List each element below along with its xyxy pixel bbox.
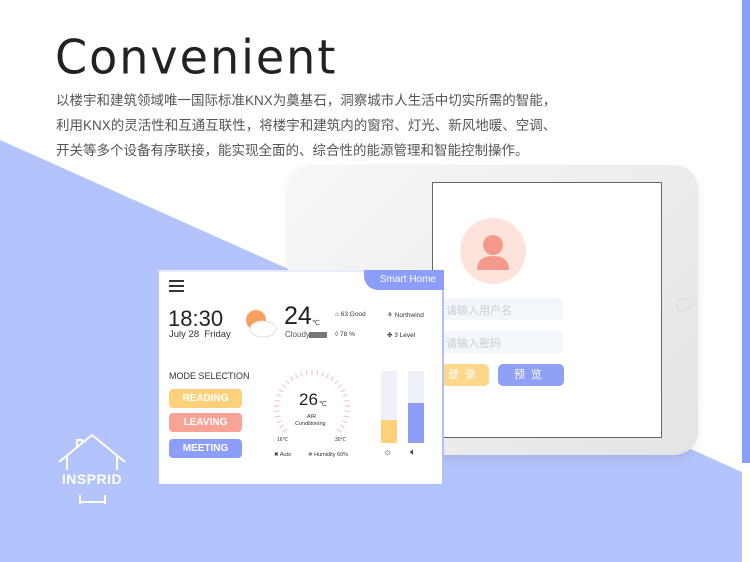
ac-label-2: Conditioning: [295, 421, 326, 427]
dial-tick: [326, 373, 330, 379]
login-button[interactable]: 登录: [441, 364, 489, 386]
wind-value: Northwind: [394, 312, 424, 319]
volume-slider[interactable]: [408, 371, 424, 443]
ac-unit: ℃: [319, 401, 327, 408]
ac-mode-value: Auto: [279, 452, 292, 458]
smart-home-tab[interactable]: Smart Home: [364, 270, 444, 290]
description-line: 开关等多个设备有序联接，能实现全面的、综合性的能源管理和智能控制操作。: [56, 143, 529, 158]
temp-unit: ℃: [312, 320, 320, 327]
air-quality: ⌂ 63 Good: [335, 311, 366, 318]
description-line: 以楼宇和建筑领域唯一国际标准KNX为奠基石，洞察城市人生活中切实所需的智能，: [56, 93, 557, 108]
light-bulb-icon: ☼: [383, 447, 393, 458]
dial-tick: [278, 389, 284, 393]
user-avatar-icon: [460, 218, 526, 284]
dial-tick: [337, 428, 342, 433]
ac-min: 16℃: [277, 437, 289, 443]
humidity: ◊ 78 %: [335, 331, 355, 338]
menu-icon[interactable]: [169, 280, 185, 293]
dial-tick: [339, 424, 345, 429]
air-quality-value: 63 Good: [340, 311, 366, 318]
cloudy-sun-icon: [246, 310, 277, 338]
dial-tick: [276, 394, 282, 397]
fan-icon: ✤: [387, 332, 393, 339]
air-icon: ⌂: [335, 311, 339, 318]
ac-humidity-value: Humidity 60%: [314, 452, 349, 458]
wind-level-value: 3 Level: [394, 332, 416, 339]
ac-max: 30℃: [335, 437, 347, 443]
weather-label: Cloudy: [285, 330, 310, 339]
dial-tick: [330, 376, 334, 382]
dial-tick: [274, 399, 280, 402]
mode-leaving-button[interactable]: LEAVING: [169, 413, 242, 432]
outdoor-temperature: 24: [284, 302, 312, 330]
snowflake-icon: ❄: [308, 452, 313, 458]
dial-tick: [285, 380, 290, 385]
description: 以楼宇和建筑领域唯一国际标准KNX为奠基石，洞察城市人生活中切实所需的智能， 利…: [56, 88, 576, 163]
light-slider[interactable]: [381, 371, 397, 443]
home-button: [676, 298, 690, 312]
dial-tick: [337, 384, 343, 388]
dial-tick: [275, 415, 281, 418]
wind-icon: ⚘: [387, 312, 393, 319]
svg-text:INSPRID: INSPRID: [62, 471, 122, 487]
dial-tick: [281, 384, 287, 388]
ac-humidity[interactable]: ❄ Humidity 60%: [308, 452, 348, 458]
dial-tick: [294, 373, 298, 379]
login-screen: 请输入用户名 请输入密码 登录 预览: [432, 182, 662, 438]
ac-temperature: 26: [299, 390, 318, 409]
username-input[interactable]: 请输入用户名: [438, 298, 563, 320]
dial-tick: [321, 371, 324, 377]
water-drop-icon: ◊: [335, 331, 339, 338]
wind-level: ✤ 3 Level: [387, 331, 415, 339]
dial-tick: [342, 420, 348, 424]
clock-date: July 28 Friday: [169, 329, 231, 340]
mode-meeting-button[interactable]: MEETING: [169, 439, 242, 458]
dial-tick: [305, 370, 308, 376]
ac-label: AIR: [307, 414, 317, 420]
right-accent-strip: [742, 0, 750, 463]
speaker-icon: 🔈︎: [410, 447, 416, 458]
ac-mode[interactable]: ✖ Auto: [274, 452, 291, 458]
dial-tick: [276, 420, 282, 424]
mode-reading-button[interactable]: READING: [169, 389, 242, 408]
mode-selection-title: MODE SELECTION: [169, 371, 250, 381]
fan-icon: ✖: [274, 452, 279, 458]
dial-tick: [334, 380, 339, 385]
dial-tick: [290, 376, 294, 382]
wind-direction: ⚘ Northwind: [387, 311, 424, 319]
preview-button[interactable]: 预览: [498, 364, 564, 386]
smart-home-panel: Smart Home 18:30 July 28 Friday 24 ℃ Clo…: [157, 270, 444, 486]
description-line: 利用KNX的灵活性和互通互联性，将楼宇和建筑内的窗帘、灯光、新风地暖、空调、: [56, 118, 557, 133]
dial-tick: [344, 399, 350, 402]
inspird-logo: INSPRID: [55, 432, 130, 504]
dial-tick: [300, 371, 303, 377]
dial-tick: [282, 428, 287, 433]
dial-tick: [316, 370, 319, 376]
dial-tick: [343, 415, 349, 418]
weather-badge: [309, 332, 327, 338]
page-title: Convenient: [55, 29, 338, 85]
dial-tick: [342, 394, 348, 397]
dial-tick: [340, 389, 346, 393]
password-input[interactable]: 请输入密码: [438, 331, 563, 353]
humidity-value: 78 %: [340, 331, 355, 338]
dial-tick: [279, 424, 285, 429]
